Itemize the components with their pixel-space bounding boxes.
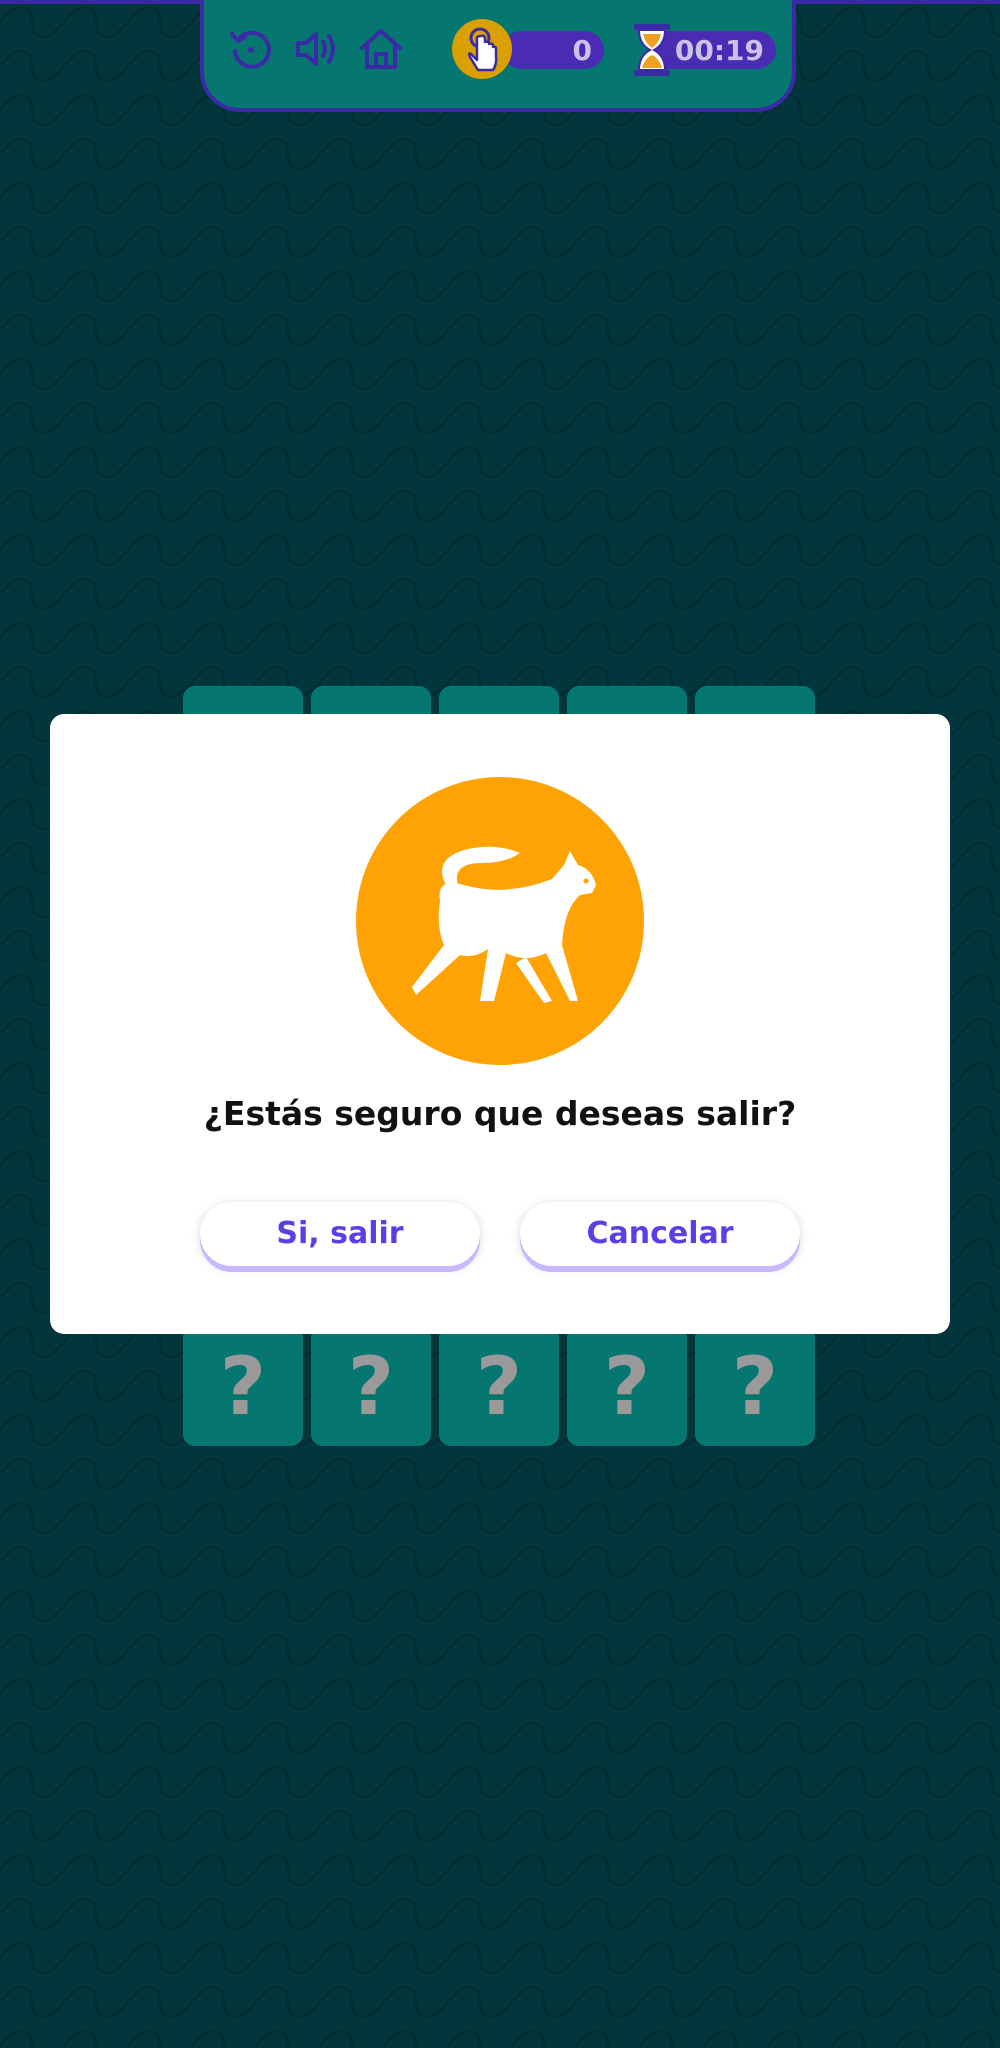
- memory-card[interactable]: ?: [183, 1326, 303, 1446]
- cat-icon-badge: [356, 777, 644, 1065]
- tap-hand-coin-icon: [452, 19, 512, 79]
- memory-card[interactable]: ?: [695, 1326, 815, 1446]
- taps-counter: 0: [502, 31, 604, 69]
- cancel-button[interactable]: Cancelar: [520, 1202, 800, 1266]
- home-icon: [360, 29, 402, 69]
- home-button[interactable]: [356, 24, 406, 74]
- cat-icon: [412, 846, 596, 1003]
- timer-value: 00:19: [674, 34, 764, 67]
- restart-button[interactable]: [226, 24, 276, 74]
- card-question-mark: ?: [731, 1339, 779, 1433]
- sound-button[interactable]: [292, 24, 342, 74]
- hourglass-icon: [634, 24, 670, 76]
- card-question-mark: ?: [603, 1339, 651, 1433]
- memory-card[interactable]: ?: [439, 1326, 559, 1446]
- game-hud: 0 00:19: [200, 0, 796, 112]
- confirm-exit-button[interactable]: Si, salir: [200, 1202, 480, 1266]
- card-question-mark: ?: [219, 1339, 267, 1433]
- memory-card[interactable]: ?: [567, 1326, 687, 1446]
- exit-question: ¿Estás seguro que deseas salir?: [203, 1094, 797, 1133]
- restart-icon: [230, 30, 271, 69]
- exit-confirmation-dialog: ¿Estás seguro que deseas salir? Si, sali…: [50, 714, 950, 1334]
- card-question-mark: ?: [347, 1339, 395, 1433]
- card-question-mark: ?: [475, 1339, 523, 1433]
- memory-card[interactable]: ?: [311, 1326, 431, 1446]
- speaker-icon: [296, 32, 335, 66]
- taps-count: 0: [572, 34, 592, 67]
